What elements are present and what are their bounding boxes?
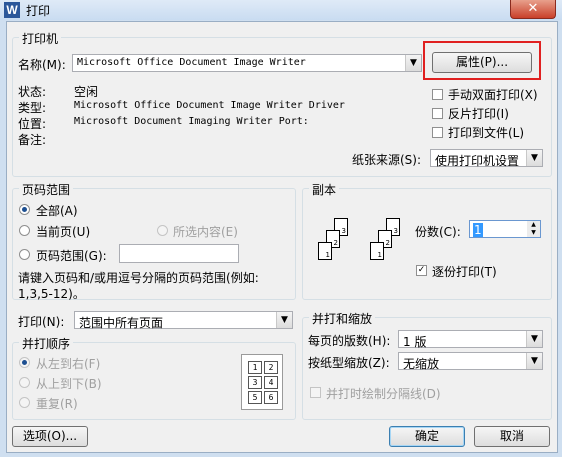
spin-up-icon[interactable]: ▲ — [527, 221, 540, 229]
comment-label: 备注: — [18, 133, 47, 147]
close-icon: ✕ — [527, 1, 539, 16]
spin-down-icon[interactable]: ▼ — [527, 229, 540, 237]
options-button[interactable]: 选项(O)... — [12, 426, 88, 447]
print-what-value: 范围中所有页面 — [79, 316, 164, 330]
preview-page: 3 — [248, 376, 262, 389]
copies-spinner[interactable]: 1 ▲ ▼ — [469, 220, 541, 238]
chevron-down-icon: ▼ — [276, 312, 292, 328]
close-button[interactable]: ✕ — [510, 0, 556, 19]
page-range-group-label: 页码范围 — [19, 181, 74, 198]
chevron-down-icon: ▼ — [526, 353, 542, 369]
copies-label: 份数(C): — [415, 225, 461, 239]
collate-label: 逐份打印(T) — [432, 265, 497, 279]
collate-checkbox[interactable]: ✓ — [416, 265, 427, 276]
current-page-radio[interactable] — [19, 225, 30, 236]
paper-source-label: 纸张来源(S): — [352, 153, 422, 167]
draw-borders-checkbox[interactable] — [310, 387, 321, 398]
print-what-label: 打印(N): — [18, 315, 65, 329]
collate-pages-illustration: 3 2 1 — [366, 218, 410, 274]
order-preview: 1 2 3 4 5 6 — [241, 354, 283, 410]
chevron-down-icon: ▼ — [405, 55, 421, 71]
all-pages-radio[interactable] — [19, 204, 30, 215]
page-range-hint: 请键入页码和/或用逗号分隔的页码范围(例如: — [18, 271, 259, 285]
scale-value: 无缩放 — [403, 357, 440, 371]
pages-per-sheet-label: 每页的版数(H): — [308, 334, 391, 348]
preview-page: 1 — [248, 361, 262, 374]
printer-name-label: 名称(M): — [18, 58, 66, 72]
scale-select[interactable]: 无缩放 ▼ — [398, 352, 543, 371]
repeat-label: 重复(R) — [36, 397, 78, 411]
paper-source-value: 使用打印机设置 — [435, 154, 520, 168]
preview-page: 6 — [264, 391, 278, 404]
top-to-bottom-label: 从上到下(B) — [36, 377, 102, 391]
title-bar — [0, 0, 562, 20]
scale-label: 按纸型缩放(Z): — [308, 356, 390, 370]
preview-page: 2 — [264, 361, 278, 374]
manual-duplex-label: 手动双面打印(X) — [448, 88, 538, 102]
copies-group-label: 副本 — [309, 181, 340, 198]
status-label: 状态: — [18, 85, 47, 99]
current-page-label: 当前页(U) — [36, 225, 91, 239]
wps-app-icon: W — [4, 2, 20, 18]
cancel-button[interactable]: 取消 — [474, 426, 550, 447]
location-value: Microsoft Document Imaging Writer Port: — [74, 116, 309, 127]
status-value: 空闲 — [74, 85, 99, 99]
preview-page: 4 — [264, 376, 278, 389]
copies-value: 1 — [473, 223, 483, 237]
page-icon: 1 — [370, 242, 384, 260]
zoom-group-label: 并打和缩放 — [309, 310, 376, 327]
preview-page: 5 — [248, 391, 262, 404]
print-what-select[interactable]: 范围中所有页面 ▼ — [74, 311, 293, 330]
reverse-print-checkbox[interactable] — [432, 108, 443, 119]
highlight-box — [423, 41, 541, 80]
selection-label: 所选内容(E) — [173, 225, 238, 239]
pages-per-sheet-value: 1 版 — [403, 335, 427, 349]
collate-pages-illustration: 3 2 1 — [314, 218, 358, 274]
page-range-radio[interactable] — [19, 249, 30, 260]
type-value: Microsoft Office Document Image Writer D… — [74, 100, 345, 111]
page-range-hint-example: 1,3,5-12)。 — [18, 287, 85, 301]
pages-per-sheet-select[interactable]: 1 版 ▼ — [398, 330, 543, 349]
draw-borders-label: 并打时绘制分隔线(D) — [326, 387, 441, 401]
print-to-file-checkbox[interactable] — [432, 127, 443, 138]
page-range-input[interactable] — [119, 244, 239, 263]
printer-name-select[interactable]: Microsoft Office Document Image Writer ▼ — [72, 54, 422, 72]
printer-group-label: 打印机 — [19, 30, 62, 47]
type-label: 类型: — [18, 101, 47, 115]
chevron-down-icon: ▼ — [526, 150, 542, 166]
ok-button[interactable]: 确定 — [389, 426, 465, 447]
page-icon: 1 — [318, 242, 332, 260]
manual-duplex-checkbox[interactable] — [432, 89, 443, 100]
paper-source-select[interactable]: 使用打印机设置 ▼ — [430, 149, 543, 168]
left-to-right-radio[interactable] — [19, 357, 30, 368]
repeat-radio[interactable] — [19, 397, 30, 408]
left-to-right-label: 从左到右(F) — [36, 357, 101, 371]
chevron-down-icon: ▼ — [526, 331, 542, 347]
check-icon: ✓ — [417, 265, 426, 275]
selection-radio[interactable] — [157, 225, 168, 236]
window-title: 打印 — [26, 4, 51, 18]
top-to-bottom-radio[interactable] — [19, 377, 30, 388]
print-to-file-label: 打印到文件(L) — [448, 126, 525, 140]
reverse-print-label: 反片打印(I) — [448, 107, 509, 121]
printer-name-value: Microsoft Office Document Image Writer — [77, 57, 306, 68]
location-label: 位置: — [18, 117, 47, 131]
print-order-group-label: 并打顺序 — [19, 335, 74, 352]
page-range-label: 页码范围(G): — [36, 249, 107, 263]
all-pages-label: 全部(A) — [36, 204, 78, 218]
